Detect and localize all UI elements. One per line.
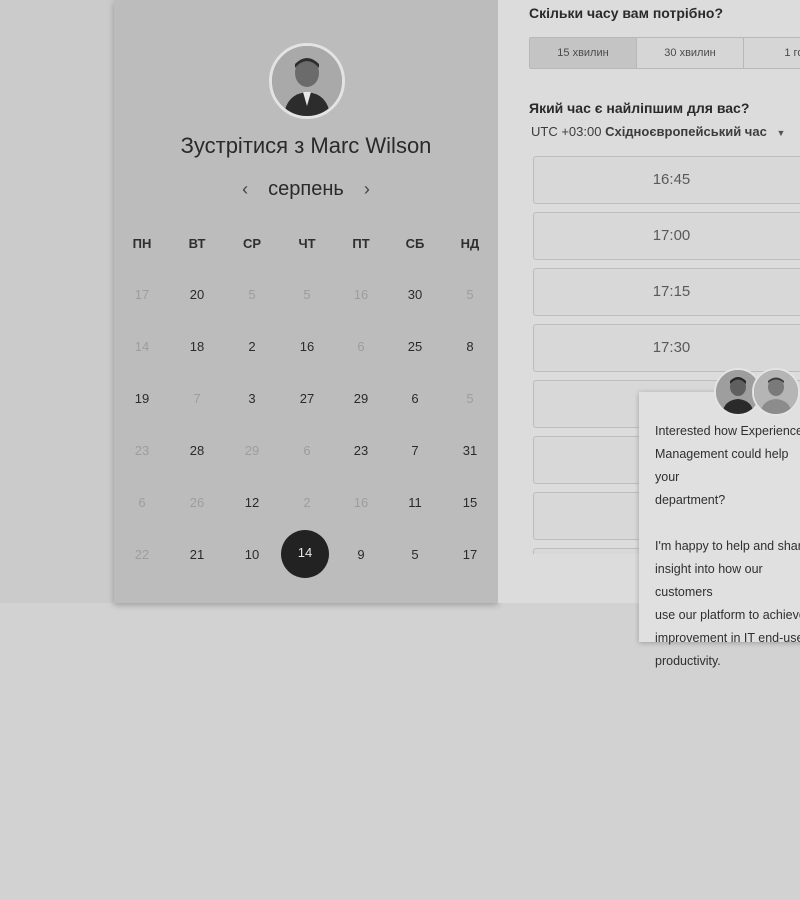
calendar-day[interactable]: 7 [395,441,435,461]
calendar-day[interactable]: 2 [232,337,272,357]
calendar-day-unavailable: 5 [466,391,474,406]
calendar-day[interactable]: 23 [341,441,381,461]
calendar-day[interactable]: 10 [232,545,272,565]
weekday-label: СБ [405,236,425,251]
calendar-day[interactable]: 6 [395,389,435,409]
chat-message: Interested how Experience Management cou… [655,424,800,668]
chat-agent-avatar[interactable] [752,368,800,416]
time-slot[interactable]: 17:15 [533,268,800,316]
calendar-day[interactable]: 5 [395,545,435,565]
calendar-day-unavailable: 14 [134,339,150,354]
calendar-day[interactable]: 9 [341,545,381,565]
time-heading: Який час є найліпшим для вас? [529,100,750,116]
caret-down-icon: ▼ [776,128,786,138]
duration-option-15min[interactable]: 15 хвилин [530,38,637,68]
calendar-day-unavailable: 22 [134,547,150,562]
calendar-day[interactable]: 31 [450,441,490,461]
calendar-day-unavailable: 5 [248,287,256,302]
calendar-day[interactable]: 16 [287,337,327,357]
time-slot[interactable]: 17:30 [533,324,800,372]
weekday-label: ПН [132,236,152,251]
calendar-day-unavailable: 26 [189,495,205,510]
host-avatar [269,43,345,119]
calendar-day[interactable]: 15 [450,493,490,513]
weekday-label: ЧТ [298,236,316,251]
calendar-day-unavailable: 6 [357,339,365,354]
calendar-day-unavailable: 5 [303,287,311,302]
calendar-day[interactable]: 12 [232,493,272,513]
calendar-day-unavailable: 16 [353,287,369,302]
calendar-day[interactable]: 8 [450,337,490,357]
page-title: Зустрітися з Marc Wilson [180,133,432,158]
calendar-day-unavailable: 6 [138,495,146,510]
calendar-day[interactable]: 29 [341,389,381,409]
calendar-day-unavailable: 16 [353,495,369,510]
duration-option-30min[interactable]: 30 хвилин [637,38,744,68]
duration-selector: 15 хвилин 30 хвилин 1 год [529,37,800,69]
weekday-label: ВТ [188,236,206,251]
time-slot[interactable]: 17:00 [533,212,800,260]
calendar-day[interactable]: 27 [287,389,327,409]
month-label: серпень [268,178,344,200]
duration-heading: Скільки часу вам потрібно? [529,5,724,21]
calendar-day[interactable]: 21 [177,545,217,565]
timezone-name: Східноєвропейський час [605,124,767,139]
calendar-day-unavailable: 6 [303,443,311,458]
weekday-label: СР [242,236,262,251]
calendar-day-unavailable: 17 [134,287,150,302]
calendar-day[interactable]: 25 [395,337,435,357]
month-navigation: ‹ серпень › [114,178,498,201]
calendar-day-unavailable: 29 [244,443,260,458]
time-slot[interactable]: 16:45 [533,156,800,204]
calendar-day[interactable]: 17 [450,545,490,565]
weekday-header: ПН ВТ СР ЧТ ПТ СБ НД [114,236,498,252]
calendar-day-unavailable: 5 [466,287,474,302]
calendar-day[interactable]: 19 [122,389,162,409]
calendar-day[interactable]: 28 [177,441,217,461]
weekday-label: НД [460,236,480,251]
chevron-right-icon[interactable]: › [358,179,376,200]
calendar-day-unavailable: 23 [134,443,150,458]
timezone-offset: UTC +03:00 [531,124,602,139]
calendar-day[interactable]: 18 [177,337,217,357]
timezone-selector[interactable]: UTC +03:00 Східноєвропейський час ▼ [531,124,785,139]
weekday-label: ПТ [352,236,370,251]
person-avatar-icon [754,370,798,414]
duration-option-1h[interactable]: 1 год [744,38,800,68]
calendar-day-unavailable: 2 [303,495,311,510]
calendar-day[interactable]: 20 [177,285,217,305]
person-avatar-icon [272,46,342,116]
calendar-day[interactable]: 3 [232,389,272,409]
calendar-day[interactable]: 30 [395,285,435,305]
chevron-left-icon[interactable]: ‹ [236,179,254,200]
selected-day[interactable]: 14 [281,530,329,578]
calendar-day[interactable]: 11 [395,493,435,513]
calendar-day-unavailable: 7 [193,391,201,406]
